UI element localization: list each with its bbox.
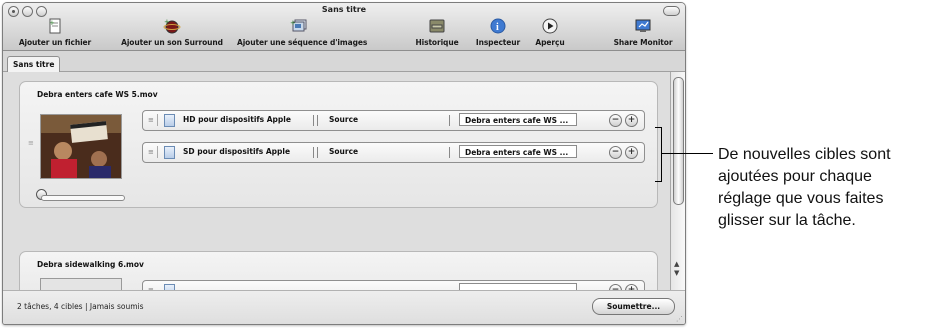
resize-grip-icon[interactable]: ⋰ (676, 315, 683, 323)
add-file-button[interactable]: + Ajouter un fichier (5, 18, 105, 48)
scroll-down-arrow[interactable]: ▼ (674, 269, 679, 277)
scrollbar-thumb[interactable] (673, 77, 684, 205)
timeline-slider[interactable] (41, 195, 125, 201)
add-image-sequence-label: Ajouter une séquence d'images (237, 38, 368, 47)
surround-sound-icon: + (163, 18, 181, 34)
job-thumbnail (40, 114, 122, 179)
remove-target-button[interactable]: − (609, 146, 622, 159)
add-target-button[interactable]: + (625, 114, 638, 127)
share-monitor-button[interactable]: Share Monitor (607, 18, 679, 48)
target-row[interactable]: ≡ SD pour dispositifs Apple Source Debra… (142, 142, 645, 163)
callout-leader-line (661, 153, 713, 154)
svg-text:+: + (164, 18, 170, 26)
history-label: Historique (415, 38, 459, 47)
target-drag-handle[interactable]: ≡ (148, 148, 154, 156)
status-bar: 2 tâches, 4 cibles | Jamais soumis Soume… (3, 290, 685, 324)
target-setting[interactable]: SD pour dispositifs Apple (183, 147, 290, 156)
scroll-up-arrow[interactable]: ▲ (674, 260, 679, 268)
status-text: 2 tâches, 4 cibles | Jamais soumis (17, 302, 144, 311)
callout-text: De nouvelles cibles sont ajoutées pour c… (718, 146, 891, 229)
add-image-sequence-button[interactable]: + Ajouter une séquence d'images (237, 18, 368, 48)
preview-label: Aperçu (535, 38, 565, 47)
target-output-filename[interactable]: Debra enters cafe WS ... (459, 113, 577, 126)
tab-sans-titre[interactable]: Sans titre (7, 56, 61, 72)
target-setting[interactable]: HD pour dispositifs Apple (183, 115, 291, 124)
job-panel[interactable]: Debra enters cafe WS 5.mov ≡ ≡ HD pour d… (19, 81, 658, 208)
target-row[interactable]: ≡ HD pour dispositifs Apple Source Debra… (142, 110, 645, 131)
remove-target-button[interactable]: − (609, 114, 622, 127)
image-sequence-icon: + (290, 19, 307, 32)
target-output-filename[interactable]: Debra enters cafe WS ... (459, 145, 577, 158)
video-frame-image (41, 115, 121, 178)
add-surround-label: Ajouter un son Surround (121, 38, 223, 47)
add-file-icon: + (49, 18, 61, 34)
setting-document-icon (164, 114, 175, 127)
tab-bar: Sans titre (3, 51, 685, 72)
job-panel[interactable]: Debra sidewalking 6.mov ≡ − + (19, 251, 658, 290)
target-row[interactable]: ≡ − + (142, 280, 645, 290)
inspector-info-icon: i (490, 18, 506, 34)
add-file-label: Ajouter un fichier (18, 38, 92, 47)
title-bar: Sans titre + Ajouter un fichier + Ajoute… (3, 3, 685, 51)
add-target-button[interactable]: + (625, 146, 638, 159)
inspector-button[interactable]: i Inspecteur (469, 18, 527, 48)
toolbar-toggle-button[interactable] (663, 6, 680, 16)
history-button[interactable]: Historique (411, 18, 463, 48)
preview-play-icon (542, 18, 558, 34)
setting-document-icon (164, 146, 175, 159)
compressor-window: Sans titre + Ajouter un fichier + Ajoute… (2, 2, 686, 325)
job-title: Debra sidewalking 6.mov (37, 260, 144, 269)
svg-text:i: i (496, 22, 499, 33)
job-thumbnail (40, 278, 122, 290)
preview-button[interactable]: Aperçu (529, 18, 571, 48)
window-title: Sans titre (321, 5, 367, 14)
target-destination[interactable]: Source (329, 147, 358, 156)
callout-bracket (655, 127, 662, 182)
target-drag-handle[interactable]: ≡ (148, 116, 154, 124)
svg-text:+: + (290, 19, 296, 27)
vertical-scrollbar[interactable]: ▲ ▼ (670, 72, 685, 290)
inspector-label: Inspecteur (475, 38, 521, 47)
add-surround-button[interactable]: + Ajouter un son Surround (113, 18, 231, 48)
job-title: Debra enters cafe WS 5.mov (37, 90, 158, 99)
share-monitor-icon (635, 19, 651, 32)
history-drawer-icon (429, 19, 445, 33)
batch-area: Debra enters cafe WS 5.mov ≡ ≡ HD pour d… (3, 72, 685, 290)
svg-text:+: + (49, 19, 55, 27)
submit-button[interactable]: Soumettre... (592, 298, 675, 315)
job-drag-handle[interactable]: ≡ (28, 139, 34, 147)
target-destination[interactable]: Source (329, 115, 358, 124)
share-monitor-label: Share Monitor (613, 38, 673, 47)
target-output-filename[interactable] (459, 283, 577, 290)
